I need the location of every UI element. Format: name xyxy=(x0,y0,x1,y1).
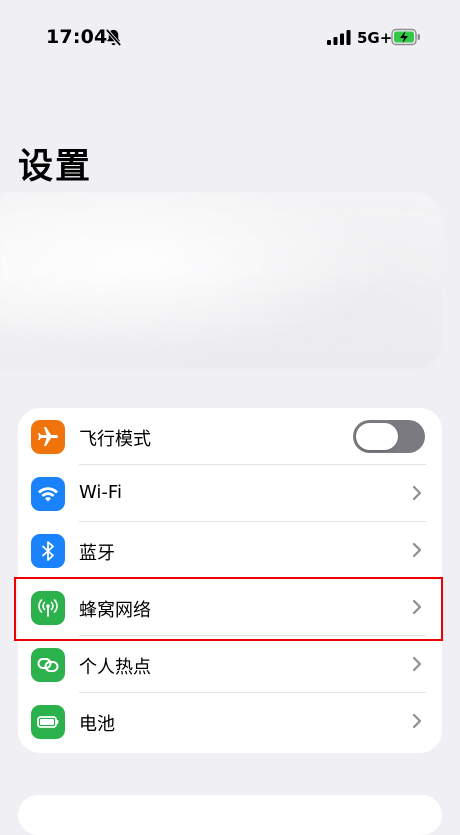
settings-row-battery[interactable]: 电池 xyxy=(18,693,442,750)
airplane-mode-toggle[interactable] xyxy=(353,420,425,453)
status-bar: 17:04 5G+ xyxy=(0,0,460,76)
settings-row-label: 个人热点 xyxy=(79,657,151,678)
chevron-right-icon xyxy=(412,542,422,558)
network-type: 5G+ xyxy=(357,29,393,47)
wifi-icon xyxy=(31,477,65,511)
bluetooth-icon xyxy=(31,534,65,568)
page-title: 设置 xyxy=(18,147,93,187)
battery-charging-icon xyxy=(391,28,420,46)
status-time: 17:04 xyxy=(46,26,108,48)
settings-row-bluetooth[interactable]: 蓝牙 xyxy=(18,522,442,579)
toggle-knob xyxy=(356,423,398,450)
chevron-right-icon xyxy=(412,485,422,501)
settings-row-label: 蓝牙 xyxy=(79,543,115,564)
settings-group-next xyxy=(18,795,442,835)
battery-icon xyxy=(31,705,65,739)
settings-row-label: 电池 xyxy=(79,714,115,735)
settings-row-personal-hotspot[interactable]: 个人热点 xyxy=(18,636,442,693)
settings-row-label: Wi-Fi xyxy=(79,482,122,503)
airplane-icon xyxy=(31,420,65,454)
signal-icon xyxy=(327,30,351,45)
settings-row-airplane-mode[interactable]: 飞行模式 xyxy=(18,408,442,465)
mute-bell-icon xyxy=(105,28,122,47)
chevron-right-icon xyxy=(412,713,422,729)
hotspot-link-icon xyxy=(31,648,65,682)
chevron-right-icon xyxy=(412,656,422,672)
settings-row-label: 飞行模式 xyxy=(79,429,151,450)
apple-id-card-blur xyxy=(0,192,442,368)
highlight-box xyxy=(14,577,443,641)
settings-row-wifi[interactable]: Wi-Fi xyxy=(18,465,442,522)
